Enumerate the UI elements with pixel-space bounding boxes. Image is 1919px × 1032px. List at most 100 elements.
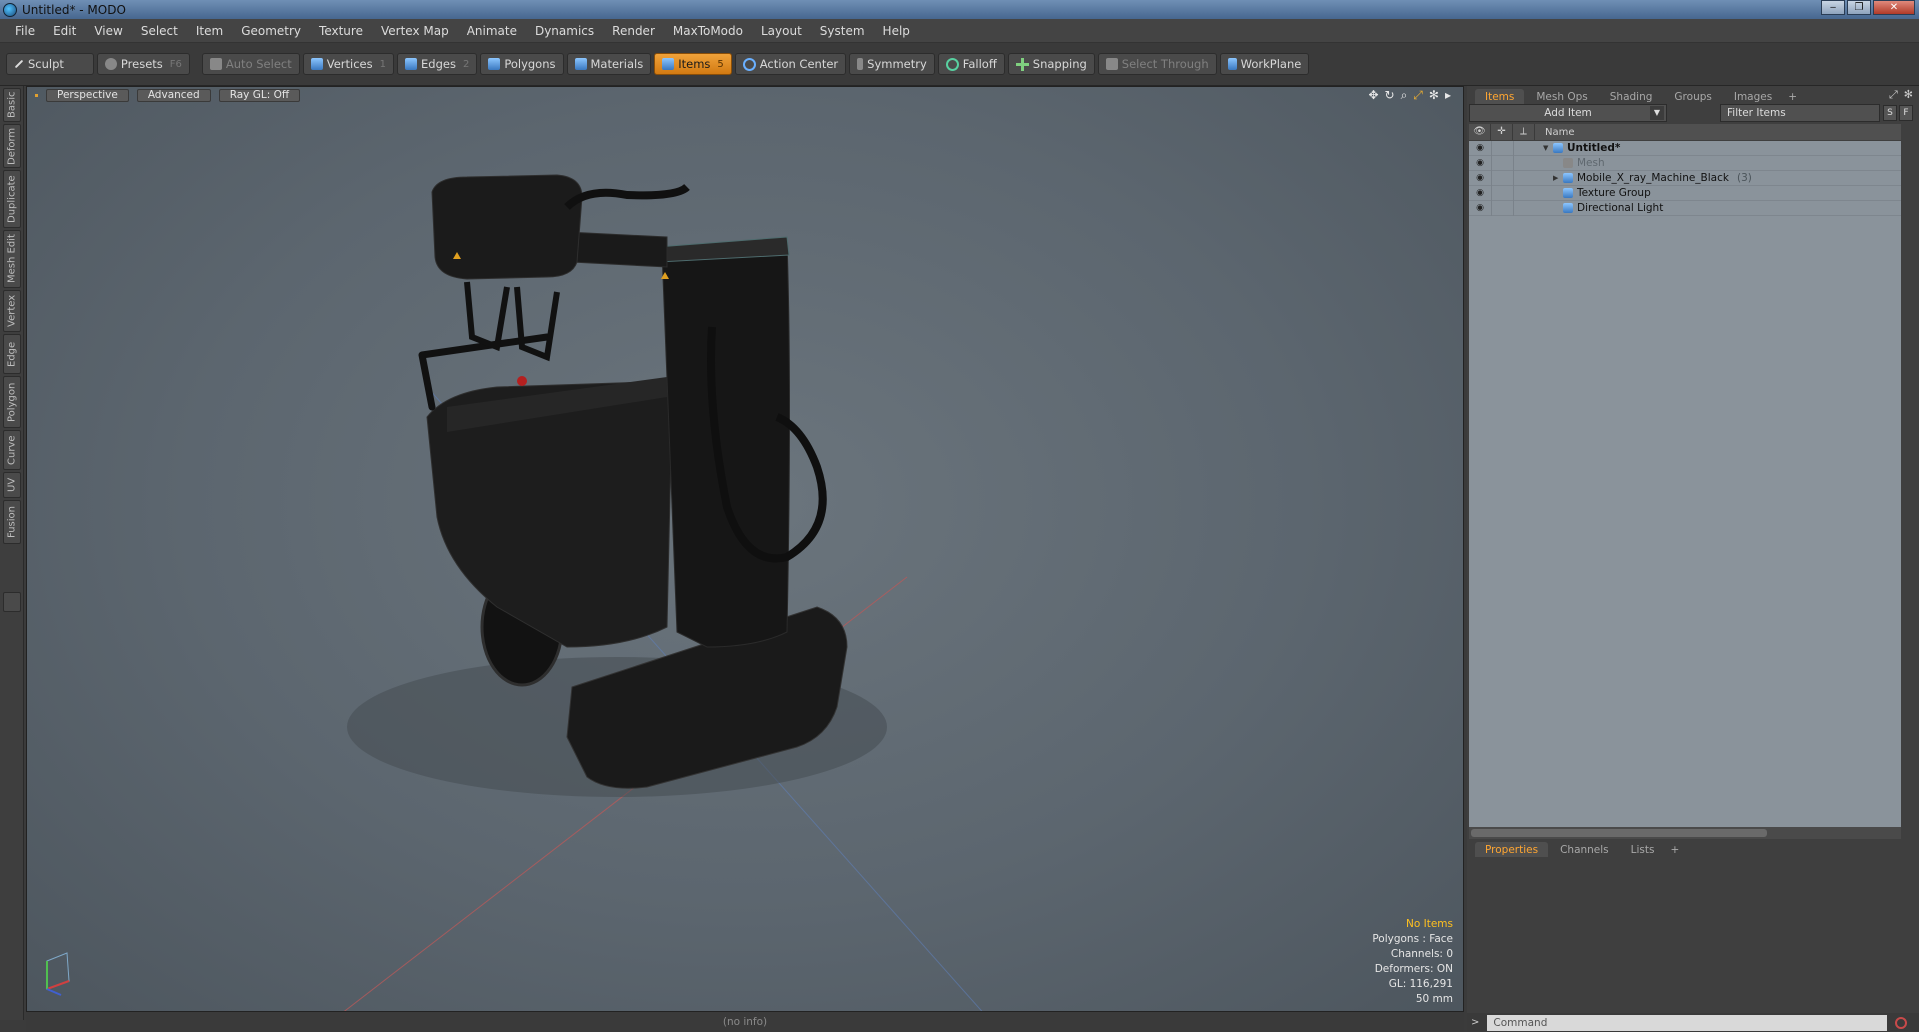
tree-scroll-thumb[interactable] bbox=[1471, 829, 1767, 837]
auto-select-button[interactable]: Auto Select bbox=[201, 53, 300, 75]
scene-render bbox=[343, 174, 983, 1011]
select-through-button[interactable]: Select Through bbox=[1097, 53, 1217, 75]
maximize-icon[interactable]: ❐ bbox=[1847, 0, 1871, 15]
tab-duplicate[interactable]: Duplicate bbox=[3, 170, 21, 228]
machine-column bbox=[661, 241, 790, 648]
add-item-dropdown-icon[interactable]: ▼ bbox=[1650, 106, 1664, 120]
expand-arrow-icon[interactable]: ▶ bbox=[1553, 174, 1563, 182]
viewport-menu-dot[interactable] bbox=[35, 93, 38, 97]
panel-expand-icon[interactable]: ⤢ bbox=[1889, 88, 1898, 102]
tab-properties[interactable]: Properties bbox=[1475, 842, 1549, 857]
visibility-eye-icon[interactable]: ◉ bbox=[1469, 158, 1491, 168]
materials-button[interactable]: Materials bbox=[566, 53, 652, 75]
polygons-button[interactable]: Polygons bbox=[480, 53, 564, 75]
falloff-button[interactable]: Falloff bbox=[937, 53, 1005, 75]
tab-edge[interactable]: Edge bbox=[3, 334, 21, 374]
rotate-view-icon[interactable]: ↻ bbox=[1385, 87, 1395, 103]
tree-row[interactable]: ◉ ▶ Mobile_X_ray_Machine_Black (3) bbox=[1469, 170, 1901, 186]
sculpt-button[interactable]: Sculpt bbox=[6, 53, 94, 75]
auto-select-label: Auto Select bbox=[225, 57, 292, 71]
move-view-icon[interactable]: ✥ bbox=[1368, 87, 1378, 103]
menu-texture[interactable]: Texture bbox=[310, 24, 372, 38]
record-icon[interactable] bbox=[1895, 1016, 1908, 1029]
panel-settings-icon[interactable]: ✻ bbox=[1904, 88, 1913, 102]
tab-uv[interactable]: UV bbox=[3, 472, 21, 498]
xray-head bbox=[431, 174, 583, 280]
tab-curve[interactable]: Curve bbox=[3, 430, 21, 470]
tree-row[interactable]: ◉ ▼ Untitled* bbox=[1469, 140, 1901, 156]
view-expand-icon[interactable]: ▸ bbox=[1445, 87, 1451, 103]
menu-render[interactable]: Render bbox=[603, 24, 664, 38]
maximize-view-icon[interactable]: ⤢ bbox=[1413, 87, 1423, 103]
3d-viewport[interactable]: Perspective Advanced Ray GL: Off ✥ ↻ ⌕ ⤢… bbox=[26, 86, 1464, 1012]
tab-groups[interactable]: Groups bbox=[1664, 89, 1721, 104]
menu-help[interactable]: Help bbox=[874, 24, 919, 38]
add-tab-icon[interactable]: + bbox=[1784, 89, 1801, 104]
machine-arm bbox=[566, 231, 668, 268]
symmetry-button[interactable]: Symmetry bbox=[849, 53, 935, 75]
tree-row[interactable]: ◉ Texture Group bbox=[1469, 185, 1901, 201]
visibility-eye-icon[interactable]: ◉ bbox=[1469, 143, 1491, 153]
tab-channels[interactable]: Channels bbox=[1550, 842, 1619, 857]
filter-items-input[interactable]: Filter Items bbox=[1720, 104, 1880, 122]
tab-mesh-ops[interactable]: Mesh Ops bbox=[1526, 89, 1597, 104]
tab-shading[interactable]: Shading bbox=[1600, 89, 1663, 104]
menu-maxtomodo[interactable]: MaxToModo bbox=[664, 24, 752, 38]
filter-f-button[interactable]: F bbox=[1899, 105, 1913, 121]
tree-row[interactable]: ◉ Directional Light bbox=[1469, 200, 1901, 216]
edges-button[interactable]: Edges 2 bbox=[397, 53, 478, 75]
add-properties-tab-icon[interactable]: + bbox=[1666, 842, 1683, 857]
tool-tabs: Basic Deform Duplicate Mesh Edit Vertex … bbox=[0, 86, 24, 1020]
lock-column-icon[interactable]: ✛ bbox=[1491, 124, 1513, 140]
close-icon[interactable]: ✕ bbox=[1873, 0, 1915, 15]
tab-images[interactable]: Images bbox=[1724, 89, 1782, 104]
visibility-column-icon[interactable]: 👁 bbox=[1469, 124, 1491, 140]
tab-extra[interactable] bbox=[3, 592, 21, 612]
menu-file[interactable]: File bbox=[6, 24, 44, 38]
workplane-button[interactable]: WorkPlane bbox=[1219, 53, 1310, 75]
expand-arrow-icon[interactable]: ▼ bbox=[1543, 144, 1553, 152]
menu-view[interactable]: View bbox=[85, 24, 131, 38]
items-button[interactable]: Items 5 bbox=[654, 53, 732, 75]
add-item-button[interactable]: Add Item ▼ bbox=[1469, 104, 1667, 122]
command-input[interactable]: Command bbox=[1487, 1014, 1888, 1031]
command-prompt-icon: > bbox=[1471, 1017, 1480, 1028]
tab-items[interactable]: Items bbox=[1475, 89, 1525, 104]
tab-mesh-edit[interactable]: Mesh Edit bbox=[3, 230, 21, 288]
tab-polygon[interactable]: Polygon bbox=[3, 376, 21, 428]
right-panel: Items Mesh Ops Shading Groups Images + ⤢… bbox=[1467, 86, 1919, 1032]
menu-system[interactable]: System bbox=[811, 24, 874, 38]
action-center-button[interactable]: Action Center bbox=[734, 53, 847, 75]
vertices-button[interactable]: Vertices 1 bbox=[302, 53, 394, 75]
tree-row[interactable]: ◉ Mesh bbox=[1469, 155, 1901, 171]
tab-lists[interactable]: Lists bbox=[1621, 842, 1665, 857]
tab-vertex[interactable]: Vertex bbox=[3, 290, 21, 332]
view-settings-icon[interactable]: ✻ bbox=[1429, 87, 1439, 103]
menu-edit[interactable]: Edit bbox=[44, 24, 85, 38]
menu-geometry[interactable]: Geometry bbox=[232, 24, 310, 38]
tab-basic[interactable]: Basic bbox=[3, 88, 21, 122]
visibility-eye-icon[interactable]: ◉ bbox=[1469, 188, 1491, 198]
minimize-icon[interactable]: ‒ bbox=[1821, 0, 1845, 15]
menu-layout[interactable]: Layout bbox=[752, 24, 811, 38]
visibility-eye-icon[interactable]: ◉ bbox=[1469, 173, 1491, 183]
menu-item[interactable]: Item bbox=[187, 24, 232, 38]
command-line: > Command bbox=[1467, 1013, 1919, 1032]
perspective-button[interactable]: Perspective bbox=[46, 88, 129, 102]
snapping-button[interactable]: Snapping bbox=[1007, 53, 1095, 75]
presets-button[interactable]: Presets F6 bbox=[96, 53, 190, 75]
menu-animate[interactable]: Animate bbox=[458, 24, 526, 38]
zoom-view-icon[interactable]: ⌕ bbox=[1401, 87, 1408, 103]
render-column-icon[interactable]: ⟂ bbox=[1513, 124, 1535, 140]
tab-deform[interactable]: Deform bbox=[3, 124, 21, 168]
raygl-button[interactable]: Ray GL: Off bbox=[218, 88, 301, 102]
tab-fusion[interactable]: Fusion bbox=[3, 500, 21, 544]
menu-dynamics[interactable]: Dynamics bbox=[526, 24, 603, 38]
tree-scrollbar[interactable] bbox=[1469, 827, 1901, 839]
menu-select[interactable]: Select bbox=[132, 24, 187, 38]
name-column-header[interactable]: Name bbox=[1535, 127, 1575, 138]
filter-s-button[interactable]: S bbox=[1883, 105, 1897, 121]
visibility-eye-icon[interactable]: ◉ bbox=[1469, 203, 1491, 213]
menu-vertex-map[interactable]: Vertex Map bbox=[372, 24, 458, 38]
advanced-button[interactable]: Advanced bbox=[136, 88, 211, 102]
